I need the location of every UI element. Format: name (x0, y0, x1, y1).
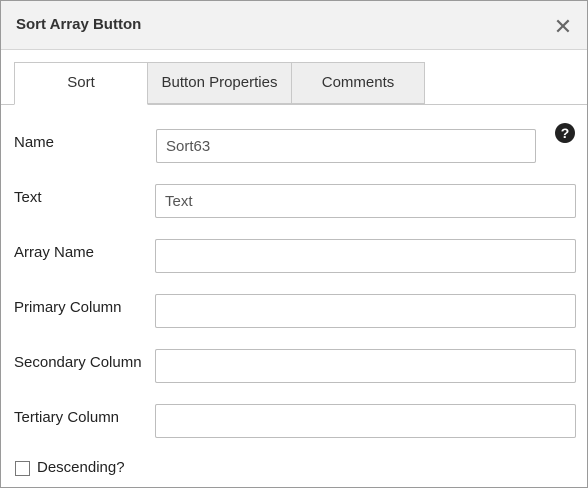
help-icon[interactable]: ? (555, 123, 575, 143)
close-icon[interactable]: ✕ (551, 15, 575, 39)
tab-sort[interactable]: Sort (14, 62, 148, 105)
dialog-titlebar: Sort Array Button ✕ (1, 1, 587, 50)
secondary-column-label: Secondary Column (14, 354, 142, 371)
tertiary-column-field[interactable] (155, 404, 576, 438)
dialog-title: Sort Array Button (16, 16, 142, 33)
sort-array-button-dialog: Sort Array Button ✕ Sort Button Properti… (0, 0, 588, 488)
descending-label[interactable]: Descending? (37, 459, 125, 476)
primary-column-field[interactable] (155, 294, 576, 328)
name-field[interactable] (156, 129, 536, 163)
tab-button-properties[interactable]: Button Properties (147, 62, 292, 104)
secondary-column-field[interactable] (155, 349, 576, 383)
tertiary-column-label: Tertiary Column (14, 409, 120, 426)
primary-column-label: Primary Column (14, 299, 122, 316)
descending-checkbox[interactable] (15, 461, 30, 476)
name-label: Name (14, 134, 55, 151)
text-field[interactable] (155, 184, 576, 218)
array-name-label: Array Name (14, 244, 95, 261)
text-label: Text (14, 189, 42, 206)
array-name-field[interactable] (155, 239, 576, 273)
tab-comments[interactable]: Comments (291, 62, 425, 104)
